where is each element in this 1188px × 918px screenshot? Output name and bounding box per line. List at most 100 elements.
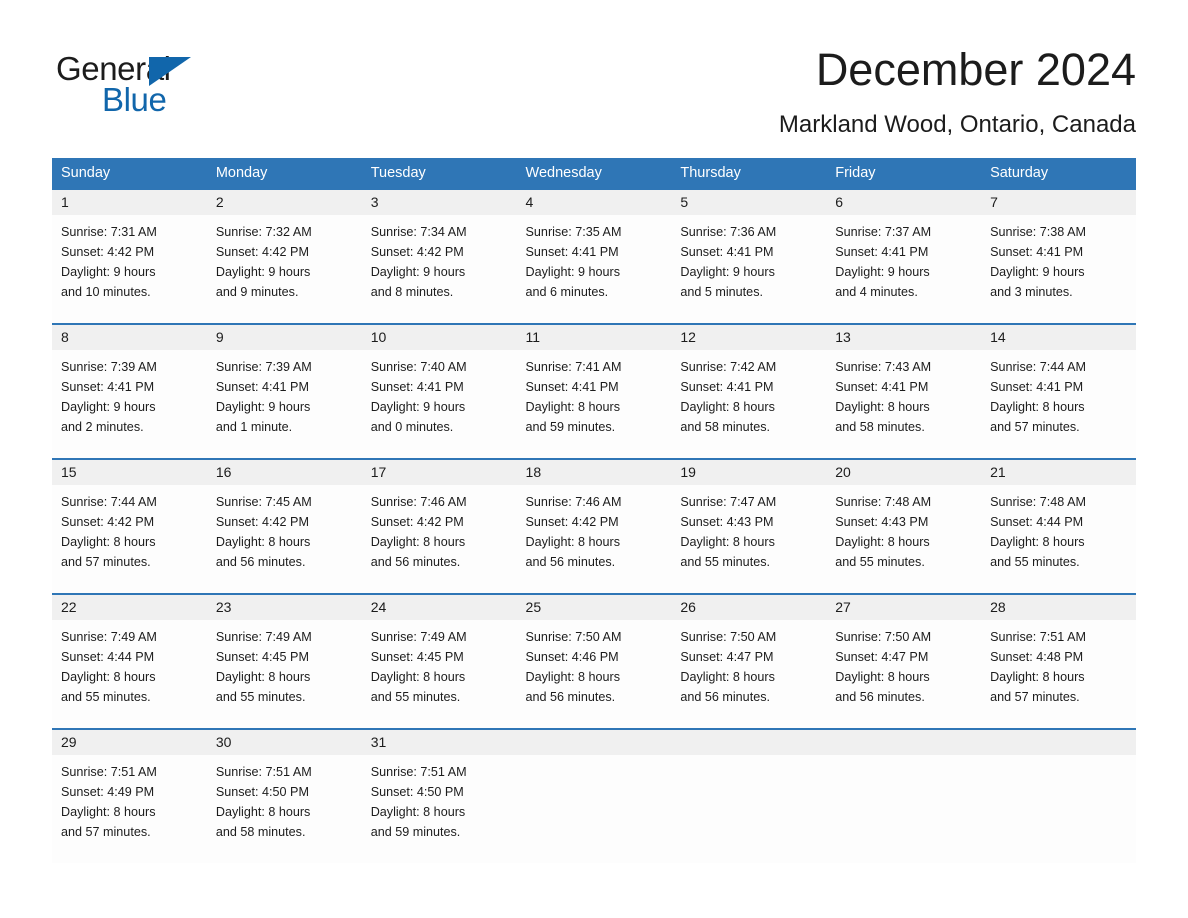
day-number[interactable]: 19 (671, 460, 826, 485)
day-number[interactable]: 2 (207, 190, 362, 215)
sunset-text: Sunset: 4:44 PM (61, 650, 155, 664)
day-cell[interactable]: Sunrise: 7:38 AM Sunset: 4:41 PM Dayligh… (981, 215, 1136, 323)
day-number[interactable]: 28 (981, 595, 1136, 620)
day-cell[interactable]: Sunrise: 7:37 AM Sunset: 4:41 PM Dayligh… (826, 215, 981, 323)
day-number[interactable]: 3 (362, 190, 517, 215)
daylight-text-line1: Daylight: 8 hours (835, 535, 930, 549)
day-cell[interactable]: Sunrise: 7:49 AM Sunset: 4:45 PM Dayligh… (207, 620, 362, 728)
dow-monday: Monday (215, 165, 268, 181)
daylight-text-line2: and 56 minutes. (835, 690, 925, 704)
sunrise-text: Sunrise: 7:41 AM (525, 360, 622, 374)
sunset-text: Sunset: 4:46 PM (525, 650, 619, 664)
day-cell[interactable]: Sunrise: 7:46 AM Sunset: 4:42 PM Dayligh… (362, 485, 517, 593)
daylight-text-line1: Daylight: 9 hours (215, 400, 311, 414)
day-cell[interactable]: Sunrise: 7:51 AM Sunset: 4:48 PM Dayligh… (981, 620, 1136, 728)
day-cell[interactable]: Sunrise: 7:44 AM Sunset: 4:41 PM Dayligh… (981, 350, 1136, 458)
calendar-page: General Blue December 2024 Markland Wood… (0, 0, 1188, 918)
day-cell[interactable]: Sunrise: 7:39 AM Sunset: 4:41 PM Dayligh… (52, 350, 207, 458)
sunrise-text: Sunrise: 7:49 AM (61, 630, 157, 644)
daylight-text-line2: and 3 minutes. (990, 285, 1073, 299)
day-number[interactable]: 4 (517, 190, 672, 215)
day-number[interactable]: 25 (517, 595, 672, 620)
daylight-text-line1: Daylight: 8 hours (525, 535, 621, 549)
daylight-text-line2: and 6 minutes. (525, 285, 609, 299)
sunrise-text: Sunrise: 7:40 AM (370, 360, 467, 374)
week-day-details: Sunrise: 7:31 AM Sunset: 4:42 PM Dayligh… (52, 215, 1136, 323)
week-day-details: Sunrise: 7:39 AM Sunset: 4:41 PM Dayligh… (52, 350, 1136, 458)
daylight-text-line2: and 56 minutes. (370, 555, 461, 569)
day-cell[interactable]: Sunrise: 7:39 AM Sunset: 4:41 PM Dayligh… (207, 350, 362, 458)
dow-saturday: Saturday (990, 165, 1049, 181)
day-number[interactable]: 14 (981, 325, 1136, 350)
day-number[interactable]: 10 (362, 325, 517, 350)
daylight-text-line1: Daylight: 9 hours (370, 265, 466, 279)
day-cell[interactable]: Sunrise: 7:31 AM Sunset: 4:42 PM Dayligh… (52, 215, 207, 323)
daylight-text-line1: Daylight: 8 hours (525, 670, 621, 684)
day-number-empty (981, 730, 1136, 755)
day-number[interactable]: 1 (52, 190, 207, 215)
day-number[interactable]: 6 (826, 190, 981, 215)
day-cell[interactable]: Sunrise: 7:46 AM Sunset: 4:42 PM Dayligh… (517, 485, 672, 593)
daylight-text-line1: Daylight: 8 hours (370, 670, 466, 684)
day-cell[interactable]: Sunrise: 7:51 AM Sunset: 4:49 PM Dayligh… (52, 755, 207, 863)
day-number[interactable]: 11 (517, 325, 672, 350)
day-number[interactable]: 9 (207, 325, 362, 350)
day-cell[interactable]: Sunrise: 7:48 AM Sunset: 4:44 PM Dayligh… (981, 485, 1136, 593)
day-number[interactable]: 13 (826, 325, 981, 350)
day-cell[interactable]: Sunrise: 7:42 AM Sunset: 4:41 PM Dayligh… (671, 350, 826, 458)
day-cell[interactable]: Sunrise: 7:51 AM Sunset: 4:50 PM Dayligh… (362, 755, 517, 863)
day-cell-empty (826, 755, 981, 863)
sunrise-text: Sunrise: 7:47 AM (680, 495, 777, 509)
sunrise-text: Sunrise: 7:42 AM (680, 360, 777, 374)
day-cell[interactable]: Sunrise: 7:43 AM Sunset: 4:41 PM Dayligh… (826, 350, 981, 458)
day-number[interactable]: 16 (207, 460, 362, 485)
day-number[interactable]: 7 (981, 190, 1136, 215)
day-cell[interactable]: Sunrise: 7:40 AM Sunset: 4:41 PM Dayligh… (362, 350, 517, 458)
week-day-details: Sunrise: 7:49 AM Sunset: 4:44 PM Dayligh… (52, 620, 1136, 728)
day-cell[interactable]: Sunrise: 7:41 AM Sunset: 4:41 PM Dayligh… (517, 350, 672, 458)
day-number[interactable]: 20 (826, 460, 981, 485)
day-cell[interactable]: Sunrise: 7:34 AM Sunset: 4:42 PM Dayligh… (362, 215, 517, 323)
day-cell[interactable]: Sunrise: 7:49 AM Sunset: 4:45 PM Dayligh… (362, 620, 517, 728)
sunset-text: Sunset: 4:44 PM (990, 515, 1084, 529)
day-number[interactable]: 24 (362, 595, 517, 620)
day-cell[interactable]: Sunrise: 7:50 AM Sunset: 4:47 PM Dayligh… (826, 620, 981, 728)
day-number[interactable]: 5 (671, 190, 826, 215)
day-cell[interactable]: Sunrise: 7:32 AM Sunset: 4:42 PM Dayligh… (207, 215, 362, 323)
location-subtitle: Markland Wood, Ontario, Canada (778, 111, 1136, 138)
day-number[interactable]: 26 (671, 595, 826, 620)
day-number[interactable]: 31 (362, 730, 517, 755)
day-cell[interactable]: Sunrise: 7:51 AM Sunset: 4:50 PM Dayligh… (207, 755, 362, 863)
day-cell[interactable]: Sunrise: 7:47 AM Sunset: 4:43 PM Dayligh… (671, 485, 826, 593)
sunset-text: Sunset: 4:42 PM (215, 245, 309, 259)
sunset-text: Sunset: 4:41 PM (61, 380, 155, 394)
day-cell[interactable]: Sunrise: 7:45 AM Sunset: 4:42 PM Dayligh… (207, 485, 362, 593)
day-number[interactable]: 17 (362, 460, 517, 485)
day-number[interactable]: 21 (981, 460, 1136, 485)
daylight-text-line2: and 57 minutes. (990, 690, 1080, 704)
day-number[interactable]: 23 (207, 595, 362, 620)
day-cell[interactable]: Sunrise: 7:49 AM Sunset: 4:44 PM Dayligh… (52, 620, 207, 728)
day-number[interactable]: 22 (52, 595, 207, 620)
day-cell[interactable]: Sunrise: 7:36 AM Sunset: 4:41 PM Dayligh… (671, 215, 826, 323)
daylight-text-line2: and 1 minute. (215, 420, 293, 434)
daylight-text-line2: and 58 minutes. (835, 420, 925, 434)
day-number[interactable]: 30 (207, 730, 362, 755)
week-day-numbers: 1 2 3 4 5 6 7 (52, 190, 1136, 215)
day-cell[interactable]: Sunrise: 7:50 AM Sunset: 4:47 PM Dayligh… (671, 620, 826, 728)
day-number[interactable]: 15 (52, 460, 207, 485)
week-day-numbers: 29 30 31 (52, 730, 1136, 755)
day-cell[interactable]: Sunrise: 7:48 AM Sunset: 4:43 PM Dayligh… (826, 485, 981, 593)
day-cell[interactable]: Sunrise: 7:44 AM Sunset: 4:42 PM Dayligh… (52, 485, 207, 593)
daylight-text-line2: and 56 minutes. (525, 690, 616, 704)
day-number[interactable]: 12 (671, 325, 826, 350)
sunrise-text: Sunrise: 7:34 AM (370, 225, 467, 239)
day-cell[interactable]: Sunrise: 7:50 AM Sunset: 4:46 PM Dayligh… (517, 620, 672, 728)
sunrise-text: Sunrise: 7:37 AM (835, 225, 932, 239)
day-number[interactable]: 18 (517, 460, 672, 485)
day-number[interactable]: 29 (52, 730, 207, 755)
week-day-details: Sunrise: 7:44 AM Sunset: 4:42 PM Dayligh… (52, 485, 1136, 593)
day-number[interactable]: 27 (826, 595, 981, 620)
day-number[interactable]: 8 (52, 325, 207, 350)
day-cell[interactable]: Sunrise: 7:35 AM Sunset: 4:41 PM Dayligh… (517, 215, 672, 323)
